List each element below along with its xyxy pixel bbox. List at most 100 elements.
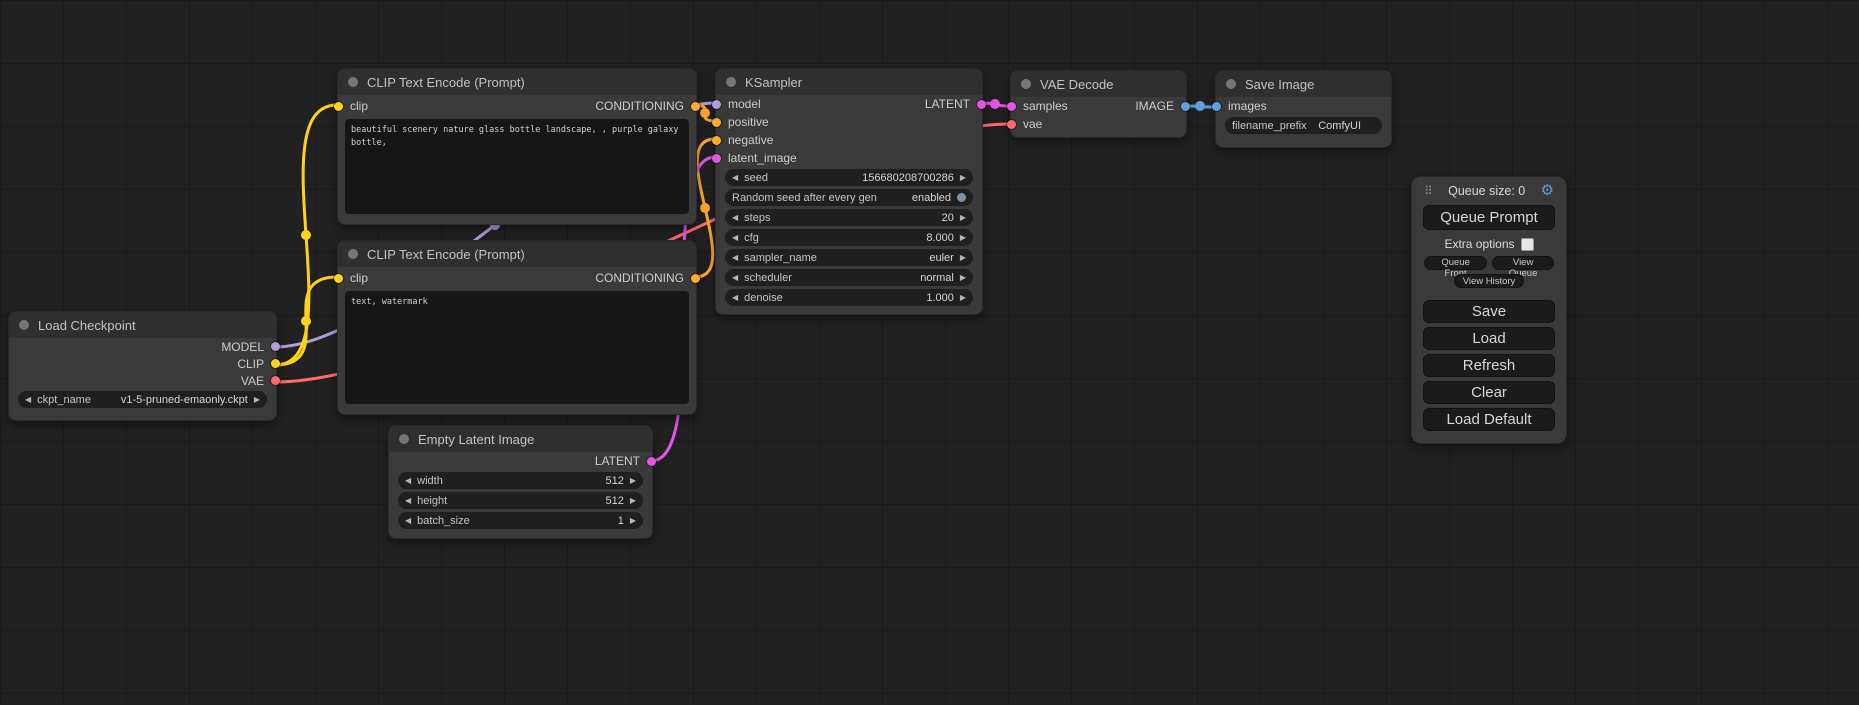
view-history-button[interactable]: View History xyxy=(1454,274,1525,288)
collapse-dot-icon[interactable] xyxy=(348,77,358,87)
model-slot-dot[interactable] xyxy=(271,342,280,351)
increment-arrow-icon[interactable]: ▶ xyxy=(960,254,966,262)
decrement-arrow-icon[interactable]: ◀ xyxy=(732,274,738,282)
view-queue-button[interactable]: View Queue xyxy=(1492,256,1554,270)
increment-arrow-icon[interactable]: ▶ xyxy=(254,396,260,404)
node-title-bar[interactable]: KSampler xyxy=(716,69,982,95)
node-save-image[interactable]: Save Image images filename_prefix ComfyU… xyxy=(1215,70,1392,148)
prompt-textarea[interactable]: beautiful scenery nature glass bottle la… xyxy=(345,119,689,214)
widget-random-seed-toggle[interactable]: Random seed after every gen enabled xyxy=(725,189,973,206)
latent-slot-dot[interactable] xyxy=(712,154,721,163)
widget-ckpt-name[interactable]: ◀ ckpt_name v1-5-pruned-emaonly.ckpt ▶ xyxy=(18,391,267,408)
output-slot-conditioning[interactable]: CONDITIONING xyxy=(595,271,700,285)
node-clip-text-encode-positive[interactable]: CLIP Text Encode (Prompt) clip CONDITION… xyxy=(337,68,697,225)
vae-slot-dot[interactable] xyxy=(1007,120,1016,129)
conditioning-slot-dot[interactable] xyxy=(712,136,721,145)
output-slot-vae[interactable]: VAE xyxy=(241,374,280,388)
decrement-arrow-icon[interactable]: ◀ xyxy=(405,517,411,525)
load-default-button[interactable]: Load Default xyxy=(1423,408,1555,431)
decrement-arrow-icon[interactable]: ◀ xyxy=(732,174,738,182)
input-slot-latent-image[interactable]: latent_image xyxy=(712,151,797,165)
node-vae-decode[interactable]: VAE Decode samples IMAGE vae xyxy=(1010,70,1187,138)
vae-slot-dot[interactable] xyxy=(271,376,280,385)
widget-steps[interactable]: ◀ steps 20 ▶ xyxy=(725,209,973,226)
widget-cfg[interactable]: ◀ cfg 8.000 ▶ xyxy=(725,229,973,246)
conditioning-slot-dot[interactable] xyxy=(691,102,700,111)
widget-batch-size[interactable]: ◀ batch_size 1 ▶ xyxy=(398,512,643,529)
conditioning-slot-dot[interactable] xyxy=(712,118,721,127)
latent-slot-dot[interactable] xyxy=(977,100,986,109)
input-slot-clip[interactable]: clip xyxy=(334,99,368,113)
image-slot-dot[interactable] xyxy=(1181,102,1190,111)
settings-gear-icon[interactable]: ⚙ xyxy=(1541,183,1554,198)
collapse-dot-icon[interactable] xyxy=(726,77,736,87)
node-ksampler[interactable]: KSampler model LATENT positive negative xyxy=(715,68,983,315)
clip-slot-dot[interactable] xyxy=(334,102,343,111)
save-button[interactable]: Save xyxy=(1423,300,1555,323)
increment-arrow-icon[interactable]: ▶ xyxy=(960,274,966,282)
increment-arrow-icon[interactable]: ▶ xyxy=(960,294,966,302)
node-title-bar[interactable]: CLIP Text Encode (Prompt) xyxy=(338,69,696,95)
input-slot-samples[interactable]: samples xyxy=(1007,99,1068,113)
decrement-arrow-icon[interactable]: ◀ xyxy=(732,214,738,222)
decrement-arrow-icon[interactable]: ◀ xyxy=(732,294,738,302)
widget-scheduler[interactable]: ◀ scheduler normal ▶ xyxy=(725,269,973,286)
load-button[interactable]: Load xyxy=(1423,327,1555,350)
widget-sampler-name[interactable]: ◀ sampler_name euler ▶ xyxy=(725,249,973,266)
node-empty-latent-image[interactable]: Empty Latent Image LATENT ◀ width 512 ▶ … xyxy=(388,425,653,539)
output-slot-clip[interactable]: CLIP xyxy=(237,357,280,371)
widget-denoise[interactable]: ◀ denoise 1.000 ▶ xyxy=(725,289,973,306)
node-title-bar[interactable]: Empty Latent Image xyxy=(389,426,652,452)
collapse-dot-icon[interactable] xyxy=(19,320,29,330)
input-slot-model[interactable]: model xyxy=(712,97,761,111)
collapse-dot-icon[interactable] xyxy=(348,249,358,259)
latent-slot-dot[interactable] xyxy=(647,457,656,466)
increment-arrow-icon[interactable]: ▶ xyxy=(630,517,636,525)
increment-arrow-icon[interactable]: ▶ xyxy=(630,497,636,505)
model-slot-dot[interactable] xyxy=(712,100,721,109)
queue-prompt-button[interactable]: Queue Prompt xyxy=(1423,205,1555,230)
node-title-bar[interactable]: VAE Decode xyxy=(1011,71,1186,97)
clip-slot-dot[interactable] xyxy=(334,274,343,283)
node-title-bar[interactable]: CLIP Text Encode (Prompt) xyxy=(338,241,696,267)
input-slot-vae[interactable]: vae xyxy=(1007,117,1042,131)
node-title-bar[interactable]: Save Image xyxy=(1216,71,1391,97)
collapse-dot-icon[interactable] xyxy=(399,434,409,444)
toggle-dot-icon[interactable] xyxy=(957,193,966,202)
output-slot-model[interactable]: MODEL xyxy=(221,340,280,354)
latent-slot-dot[interactable] xyxy=(1007,102,1016,111)
input-slot-images[interactable]: images xyxy=(1212,99,1267,113)
widget-filename-prefix[interactable]: filename_prefix ComfyUI xyxy=(1225,117,1382,134)
node-clip-text-encode-negative[interactable]: CLIP Text Encode (Prompt) clip CONDITION… xyxy=(337,240,697,415)
image-slot-dot[interactable] xyxy=(1212,102,1221,111)
decrement-arrow-icon[interactable]: ◀ xyxy=(25,396,31,404)
prompt-textarea[interactable]: text, watermark xyxy=(345,291,689,404)
output-slot-latent[interactable]: LATENT xyxy=(595,454,656,468)
extra-options-checkbox[interactable] xyxy=(1521,238,1534,251)
output-slot-conditioning[interactable]: CONDITIONING xyxy=(595,99,700,113)
widget-height[interactable]: ◀ height 512 ▶ xyxy=(398,492,643,509)
decrement-arrow-icon[interactable]: ◀ xyxy=(405,477,411,485)
clear-button[interactable]: Clear xyxy=(1423,381,1555,404)
decrement-arrow-icon[interactable]: ◀ xyxy=(405,497,411,505)
conditioning-slot-dot[interactable] xyxy=(691,274,700,283)
clip-slot-dot[interactable] xyxy=(271,359,280,368)
input-slot-clip[interactable]: clip xyxy=(334,271,368,285)
queue-front-button[interactable]: Queue Front xyxy=(1424,256,1487,270)
collapse-dot-icon[interactable] xyxy=(1226,79,1236,89)
decrement-arrow-icon[interactable]: ◀ xyxy=(732,254,738,262)
increment-arrow-icon[interactable]: ▶ xyxy=(960,174,966,182)
increment-arrow-icon[interactable]: ▶ xyxy=(630,477,636,485)
refresh-button[interactable]: Refresh xyxy=(1423,354,1555,377)
node-load-checkpoint[interactable]: Load Checkpoint MODEL CLIP VAE ◀ ckpt_na… xyxy=(8,311,277,421)
output-slot-image[interactable]: IMAGE xyxy=(1135,99,1190,113)
increment-arrow-icon[interactable]: ▶ xyxy=(960,234,966,242)
widget-seed[interactable]: ◀ seed 156680208700286 ▶ xyxy=(725,169,973,186)
collapse-dot-icon[interactable] xyxy=(1021,79,1031,89)
increment-arrow-icon[interactable]: ▶ xyxy=(960,214,966,222)
output-slot-latent[interactable]: LATENT xyxy=(925,97,986,111)
decrement-arrow-icon[interactable]: ◀ xyxy=(732,234,738,242)
input-slot-negative[interactable]: negative xyxy=(712,133,773,147)
node-title-bar[interactable]: Load Checkpoint xyxy=(9,312,276,338)
input-slot-positive[interactable]: positive xyxy=(712,115,769,129)
